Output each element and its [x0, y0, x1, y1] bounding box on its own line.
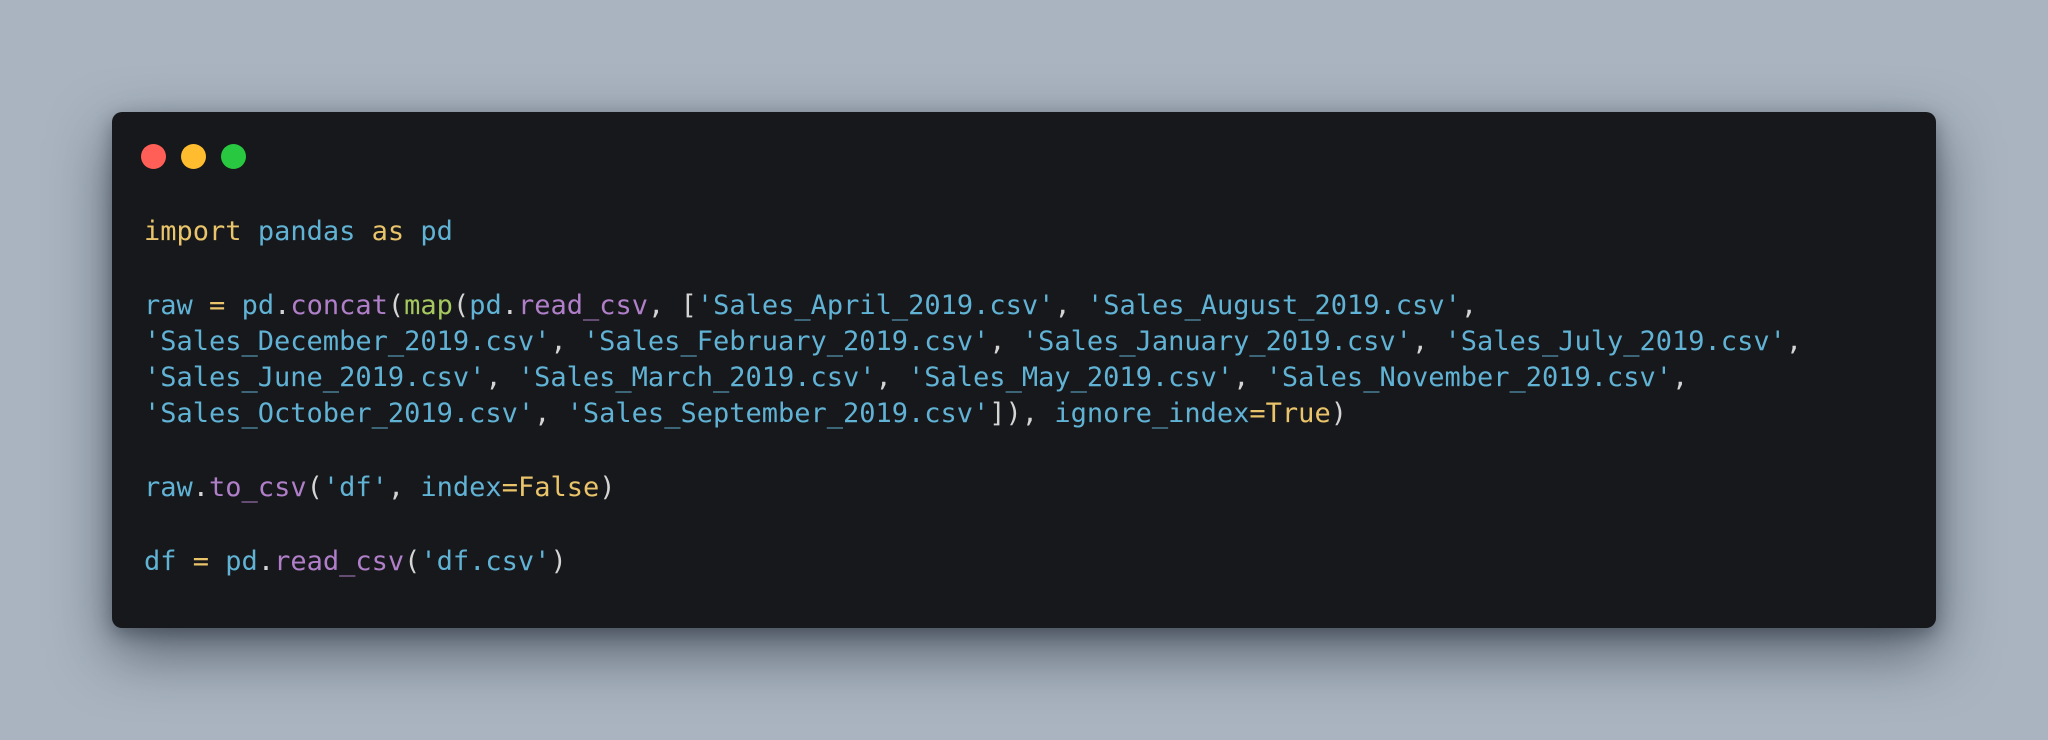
string-literal: 'Sales_March_2019.csv' — [517, 362, 876, 393]
punctuation: ) — [550, 546, 567, 577]
variable: df — [144, 546, 177, 577]
minimize-dot-icon[interactable] — [181, 144, 206, 169]
punctuation: , — [1411, 326, 1445, 357]
string-literal: 'Sales_April_2019.csv' — [696, 290, 1055, 321]
builtin-call: map — [404, 290, 453, 321]
code-line-6: raw.to_csv('df', index=False) — [144, 470, 1802, 506]
punctuation: , — [1054, 290, 1087, 321]
punctuation: ) — [1330, 398, 1347, 429]
string-literal: 'Sales_December_2019.csv' — [144, 326, 551, 357]
close-dot-icon[interactable] — [141, 144, 166, 169]
string-literal: 'Sales_November_2019.csv' — [1265, 362, 1673, 393]
function-call: read_csv — [274, 546, 405, 577]
punctuation: , — [875, 362, 909, 393]
variable: raw — [144, 472, 193, 503]
string-literal: 'Sales_July_2019.csv' — [1444, 326, 1786, 357]
keyword-as: as — [371, 216, 405, 247]
operator: = — [501, 472, 518, 503]
punctuation: , — [1672, 362, 1689, 393]
operator: = — [1249, 398, 1266, 429]
module-name: pandas — [257, 216, 356, 247]
punctuation: ( — [387, 290, 405, 321]
window-controls — [141, 144, 246, 169]
code-line-5: 'Sales_October_2019.csv', 'Sales_Septemb… — [144, 396, 1802, 432]
punctuation: , — [1785, 326, 1803, 357]
punctuation: ) — [599, 472, 616, 503]
function-call: to_csv — [209, 472, 307, 503]
punctuation: . — [501, 290, 518, 321]
code-line-7: df = pd.read_csv('df.csv') — [144, 544, 1802, 580]
string-literal: 'Sales_May_2019.csv' — [908, 362, 1234, 393]
code-line-2: raw = pd.concat(map(pd.read_csv, ['Sales… — [144, 288, 1802, 324]
punctuation: . — [192, 472, 210, 503]
punctuation: ( — [404, 546, 421, 577]
code-line-4: 'Sales_June_2019.csv', 'Sales_March_2019… — [144, 360, 1802, 396]
string-literal: 'df' — [322, 472, 388, 503]
string-literal: 'Sales_February_2019.csv' — [582, 326, 990, 357]
punctuation: , — [1233, 362, 1266, 393]
punctuation: , — [1460, 290, 1478, 321]
object: pd — [241, 290, 275, 321]
keyword-argument: ignore_index — [1054, 398, 1250, 429]
string-literal: 'Sales_September_2019.csv' — [566, 398, 990, 429]
string-literal: 'Sales_January_2019.csv' — [1021, 326, 1412, 357]
string-literal: 'df.csv' — [420, 546, 551, 577]
function-call: concat — [290, 290, 388, 321]
operator: = — [192, 290, 242, 321]
object: pd — [469, 290, 502, 321]
code-window: import pandas as pd raw = pd.concat(map(p… — [112, 112, 1936, 628]
punctuation: ]), — [989, 398, 1055, 429]
punctuation: , — [550, 326, 583, 357]
punctuation: , — [485, 362, 518, 393]
object: pd — [225, 546, 258, 577]
punctuation: , — [534, 398, 567, 429]
code-line-1: import pandas as pd — [144, 214, 1802, 250]
variable: raw — [144, 290, 193, 321]
function-call: read_csv — [517, 290, 649, 321]
operator: = — [176, 546, 226, 577]
code-block: import pandas as pd raw = pd.concat(map(p… — [144, 214, 1802, 580]
module-alias: pd — [420, 216, 453, 247]
string-literal: 'Sales_October_2019.csv' — [144, 398, 535, 429]
punctuation: , — [989, 326, 1022, 357]
maximize-dot-icon[interactable] — [221, 144, 246, 169]
punctuation: ( — [452, 290, 470, 321]
punctuation: , [ — [648, 290, 697, 321]
keyword-argument: index — [420, 472, 502, 503]
punctuation: , — [387, 472, 421, 503]
string-literal: 'Sales_August_2019.csv' — [1086, 290, 1461, 321]
punctuation: . — [257, 546, 275, 577]
boolean-literal: False — [517, 472, 600, 503]
punctuation: ( — [306, 472, 323, 503]
string-literal: 'Sales_June_2019.csv' — [144, 362, 486, 393]
punctuation: . — [274, 290, 291, 321]
keyword-import: import — [144, 216, 242, 247]
boolean-literal: True — [1265, 398, 1331, 429]
code-line-3: 'Sales_December_2019.csv', 'Sales_Februa… — [144, 324, 1802, 360]
